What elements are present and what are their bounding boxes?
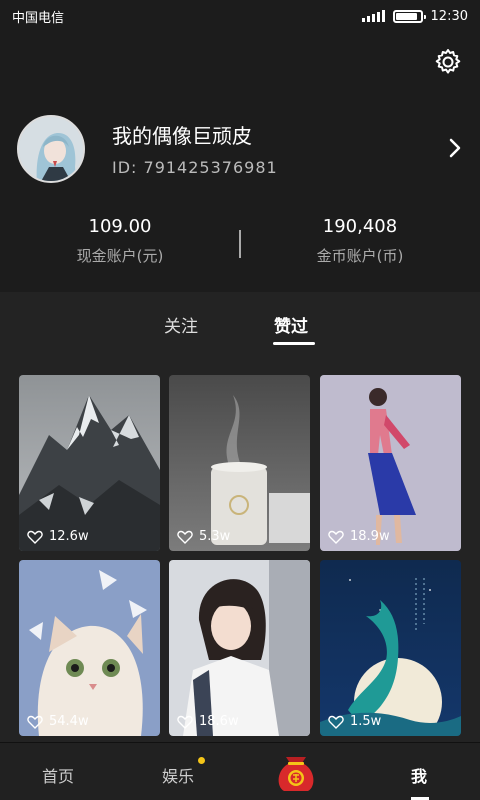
heart-icon xyxy=(177,530,193,544)
heart-icon xyxy=(328,530,344,544)
heart-icon xyxy=(328,715,344,729)
like-count: 18.6w xyxy=(177,714,239,729)
notification-dot xyxy=(198,757,205,764)
like-count: 5.3w xyxy=(177,529,230,544)
liked-card-humidifier[interactable]: 5.3w xyxy=(169,375,310,551)
cash-account-label: 现金账户(元) xyxy=(76,247,164,265)
liked-card-qipao[interactable]: 18.9w xyxy=(320,375,461,551)
settings-button[interactable] xyxy=(432,46,464,78)
coin-account[interactable]: 190,408 金币账户(币) xyxy=(260,206,460,266)
tab-following[interactable]: 关注 xyxy=(164,312,198,337)
liked-card-cat[interactable]: 54.4w xyxy=(19,560,160,736)
like-count: 12.6w xyxy=(27,529,89,544)
carrier-name: 中国电信 xyxy=(12,10,65,26)
username: 我的偶像巨顽皮 xyxy=(112,124,252,148)
clock: 12:30 xyxy=(430,8,468,24)
user-id: ID: 791425376981 xyxy=(112,158,278,177)
liked-card-portrait[interactable]: 18.6w xyxy=(169,560,310,736)
lucky-bag-button[interactable] xyxy=(272,747,320,795)
like-count: 1.5w xyxy=(328,714,381,729)
tab-liked[interactable]: 赞过 xyxy=(274,312,308,337)
accounts-summary: 109.00 现金账户(元) 190,408 金币账户(币) xyxy=(0,206,480,282)
bottom-nav: 首页 娱乐 我 xyxy=(0,742,480,800)
like-count-text: 12.6w xyxy=(49,529,89,544)
account-divider xyxy=(239,230,241,258)
whale-image xyxy=(320,560,461,736)
like-count-text: 1.5w xyxy=(350,714,382,729)
profile-row[interactable]: 我的偶像巨顽皮 ID: 791425376981 xyxy=(0,100,480,196)
avatar xyxy=(17,115,85,183)
like-count-text: 18.6w xyxy=(199,714,239,729)
nav-me[interactable]: 我 xyxy=(411,763,427,787)
nav-home[interactable]: 首页 xyxy=(42,763,74,787)
heart-icon xyxy=(27,715,43,729)
cash-account[interactable]: 109.00 现金账户(元) xyxy=(20,206,220,266)
portrait-image xyxy=(169,560,310,736)
like-count: 54.4w xyxy=(27,714,89,729)
like-count-text: 5.3w xyxy=(199,529,231,544)
heart-icon xyxy=(27,530,43,544)
qipao-image xyxy=(320,375,461,551)
lucky-bag-icon xyxy=(278,757,314,791)
like-count: 18.9w xyxy=(328,529,390,544)
heart-icon xyxy=(177,715,193,729)
chevron-right-icon xyxy=(449,138,461,158)
content-panel: 关注 赞过 12.6w 5.3w 18.9w 54.4w 18.6w 1.5w xyxy=(0,292,480,742)
liked-card-mountain[interactable]: 12.6w xyxy=(19,375,160,551)
cat-image xyxy=(19,560,160,736)
humidifier-image xyxy=(169,375,310,551)
status-bar: 中国电信 12:30 xyxy=(0,0,480,32)
cash-account-value: 109.00 xyxy=(88,216,152,237)
nav-entertainment[interactable]: 娱乐 xyxy=(162,763,194,787)
signal-icon xyxy=(361,10,385,22)
battery-icon xyxy=(392,9,426,23)
gear-icon xyxy=(435,49,461,74)
liked-card-whale[interactable]: 1.5w xyxy=(320,560,461,736)
mountain-image xyxy=(19,375,160,551)
like-count-text: 18.9w xyxy=(350,529,390,544)
like-count-text: 54.4w xyxy=(49,714,89,729)
tab-underline xyxy=(273,342,315,345)
coin-account-label: 金币账户(币) xyxy=(316,247,404,265)
coin-account-value: 190,408 xyxy=(322,216,398,237)
status-indicators: 12:30 xyxy=(361,8,468,24)
